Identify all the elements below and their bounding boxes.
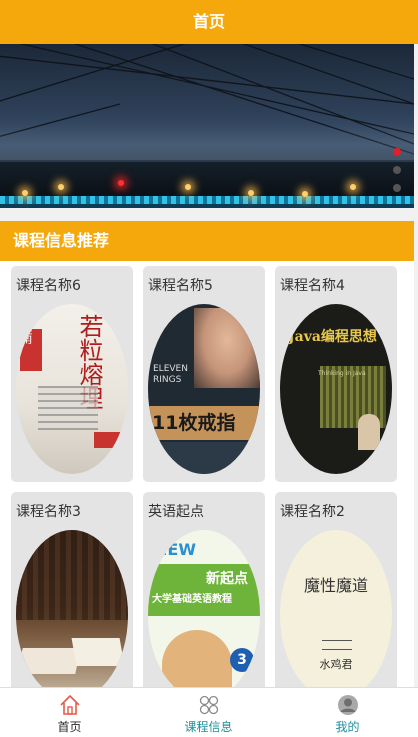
cover-author-photo (358, 414, 380, 450)
user-icon (337, 695, 358, 715)
section-header: 课程信息推荐 (0, 221, 414, 261)
city-light (350, 184, 356, 190)
divider (0, 208, 418, 221)
cover-ornament (322, 640, 352, 650)
cover-subtitle: 大学基础英语教程 (152, 594, 232, 605)
tab-course-info[interactable]: 课程信息 (139, 688, 278, 737)
cover-author: 金南 (19, 320, 33, 344)
course-card[interactable]: 课程名称6 金南 若粒熔埋 (11, 266, 133, 482)
tab-course-info-label: 课程信息 (184, 720, 233, 734)
cover-title: Java编程思想 (288, 329, 377, 345)
tab-home[interactable]: 首页 (0, 688, 139, 737)
section-title: 课程信息推荐 (13, 231, 110, 250)
course-name: 课程名称2 (280, 504, 345, 520)
home-icon (59, 695, 80, 715)
cover-photo (162, 630, 232, 687)
bottom-tab-bar: 首页 课程信息 我的 (0, 687, 418, 737)
city-light (118, 180, 124, 186)
course-grid: 课程名称6 金南 若粒熔埋 课程名称5 ELEVEN RINGS 11枚戒指 课… (0, 261, 414, 687)
cover-footer (148, 442, 260, 474)
course-cover: 魔性魔道 水鸡君 (280, 530, 392, 687)
sky-haze (0, 124, 414, 160)
carousel-dot[interactable] (393, 184, 401, 192)
course-card[interactable]: 课程名称3 (11, 492, 133, 687)
cover-open-book (17, 648, 81, 674)
city-light (185, 184, 191, 190)
cover-subtitle: ELEVEN RINGS (153, 364, 188, 385)
course-cover: 金南 若粒熔埋 (16, 304, 128, 474)
cover-logo: NEW (154, 540, 196, 559)
city-light (58, 184, 64, 190)
course-card[interactable]: 课程名称2 魔性魔道 水鸡君 (275, 492, 397, 687)
course-icon (199, 695, 218, 715)
course-cover: Java编程思想 Thinking in Java (280, 304, 392, 474)
cover-title: 新起点 (206, 571, 248, 587)
course-name: 课程名称3 (16, 504, 81, 520)
cover-portrait (194, 308, 260, 388)
banner-carousel[interactable] (0, 44, 414, 208)
cover-bookshelf (16, 530, 128, 620)
tab-home-label: 首页 (57, 720, 82, 734)
tab-mine-label: 我的 (335, 720, 360, 734)
course-card[interactable]: 课程名称5 ELEVEN RINGS 11枚戒指 (143, 266, 265, 482)
course-name: 英语起点 (148, 504, 204, 520)
bridge-deck (0, 162, 414, 196)
city-light (248, 190, 254, 196)
city-light (302, 191, 308, 197)
cover-volume-badge: 3 (230, 648, 254, 672)
course-card[interactable]: 英语起点 NEW 新起点 大学基础英语教程 3 (143, 492, 265, 687)
cover-title: 11枚戒指 (152, 412, 236, 434)
carousel-dot-active[interactable] (393, 148, 401, 156)
course-name: 课程名称6 (16, 278, 81, 294)
city-light (22, 190, 28, 196)
app-header: 首页 (0, 0, 418, 44)
course-cover: NEW 新起点 大学基础英语教程 3 (148, 530, 260, 687)
course-card[interactable]: 课程名称4 Java编程思想 Thinking in Java (275, 266, 397, 482)
course-name: 课程名称5 (148, 278, 213, 294)
course-cover: ELEVEN RINGS 11枚戒指 (148, 304, 260, 474)
cover-open-book (71, 638, 125, 666)
cover-subtitle: Thinking in Java (318, 370, 366, 377)
carousel-dot[interactable] (393, 166, 401, 174)
cover-badge (94, 432, 122, 448)
cover-author: 水鸡君 (319, 658, 353, 671)
cover-texture (38, 386, 98, 430)
tab-mine[interactable]: 我的 (278, 688, 417, 737)
page-title: 首页 (192, 12, 225, 31)
course-name: 课程名称4 (280, 278, 345, 294)
course-cover (16, 530, 128, 687)
bridge-lights-strip (0, 196, 414, 204)
cover-title: 魔性魔道 (303, 576, 368, 595)
